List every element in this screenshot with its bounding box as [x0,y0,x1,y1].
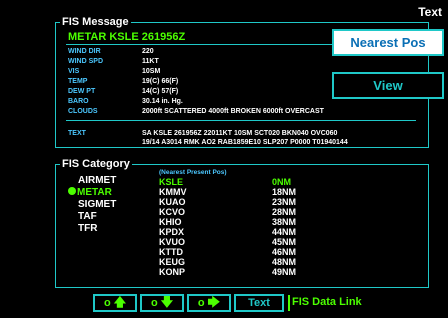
field-label: DEW PT [68,88,96,95]
station-id: KEUG [159,257,186,267]
station-id: KPDX [159,227,185,237]
station-id: KUAO [159,197,186,207]
nearest-pos-button[interactable]: Nearest Pos [332,29,444,56]
station-distance: 44NM [272,227,297,237]
category-item-metar[interactable]: METAR [68,187,112,199]
arrow-down-icon: 🡇 [160,294,174,309]
fis-category-title: FIS Category [60,157,132,171]
arrow-right-icon: 🡆 [207,294,221,309]
metar-header: METAR KSLE 261956Z [68,31,186,43]
field-value: 220 [142,48,154,55]
station-distance: 23NM [272,197,297,207]
field-label: WIND SPD [68,58,103,65]
knob-label: o [103,297,111,309]
scroll-down-softkey[interactable]: o 🡇 [140,294,184,312]
station-distance: 46NM [272,247,297,257]
field-label: CLOUDS [68,108,98,115]
station-id: KTTD [159,247,183,257]
station-distance: 48NM [272,257,297,267]
category-item-tfr[interactable]: TFR [78,223,97,235]
station-distance: 45NM [272,237,297,247]
raw-text-line-1: SA KSLE 261956Z 22011KT 10SM SCT020 BKN0… [142,130,338,137]
scroll-right-softkey[interactable]: o 🡆 [187,294,231,312]
arrow-up-icon: 🡅 [113,294,127,309]
field-label: BARO [68,98,89,105]
category-item-airmet[interactable]: AIRMET [78,175,116,187]
datalink-divider [288,295,290,311]
fis-category-panel: FIS Category AIRMET METAR SIGMET TAF TFR… [55,157,429,288]
station-id: KVUO [159,237,186,247]
field-value: 30.14 in. Hg. [142,98,183,105]
raw-text-line-2: 19/14 A3014 RMK AO2 RAB1859E10 SLP207 P0… [142,139,348,146]
station-id: KMMV [159,187,187,197]
station-distance: 28NM [272,207,297,217]
selected-marker-icon [68,187,76,195]
station-distance: 38NM [272,217,297,227]
field-value: 11KT [142,58,159,65]
scroll-up-softkey[interactable]: o 🡅 [93,294,137,312]
field-label: VIS [68,68,80,75]
fis-data-link-status: FIS Data Link [292,296,362,308]
station-distance: 49NM [272,267,297,277]
category-label: METAR [77,187,112,198]
view-button[interactable]: View [332,72,444,99]
field-value: 2000ft SCATTERED 4000ft BROKEN 6000ft OV… [142,108,324,115]
text-divider [66,120,416,121]
station-id: KHIO [159,217,182,227]
category-item-sigmet[interactable]: SIGMET [78,199,116,211]
knob-label: o [197,297,205,309]
field-label: WIND DIR [68,48,101,55]
station-id: KSLE [159,177,184,187]
field-value: 10SM [142,68,161,75]
station-id: KONP [159,267,186,277]
category-item-taf[interactable]: TAF [78,211,97,223]
field-value: 19(C) 66(F) [142,78,179,85]
station-distance: 18NM [272,187,297,197]
station-id: KCVO [159,207,186,217]
text-label: TEXT [68,130,86,137]
nearest-header: (Nearest Present Pos) [159,169,227,176]
fis-message-title: FIS Message [60,15,131,29]
station-distance: 0NM [272,177,292,187]
text-softkey[interactable]: Text [234,294,284,312]
field-label: TEMP [68,78,88,85]
field-value: 14(C) 57(F) [142,88,179,95]
corner-label: Text [418,5,442,19]
knob-label: o [150,297,158,309]
raw-text-value[interactable]: SA KSLE 261956Z 22011KT 10SM SCT020 BKN0… [142,129,412,147]
